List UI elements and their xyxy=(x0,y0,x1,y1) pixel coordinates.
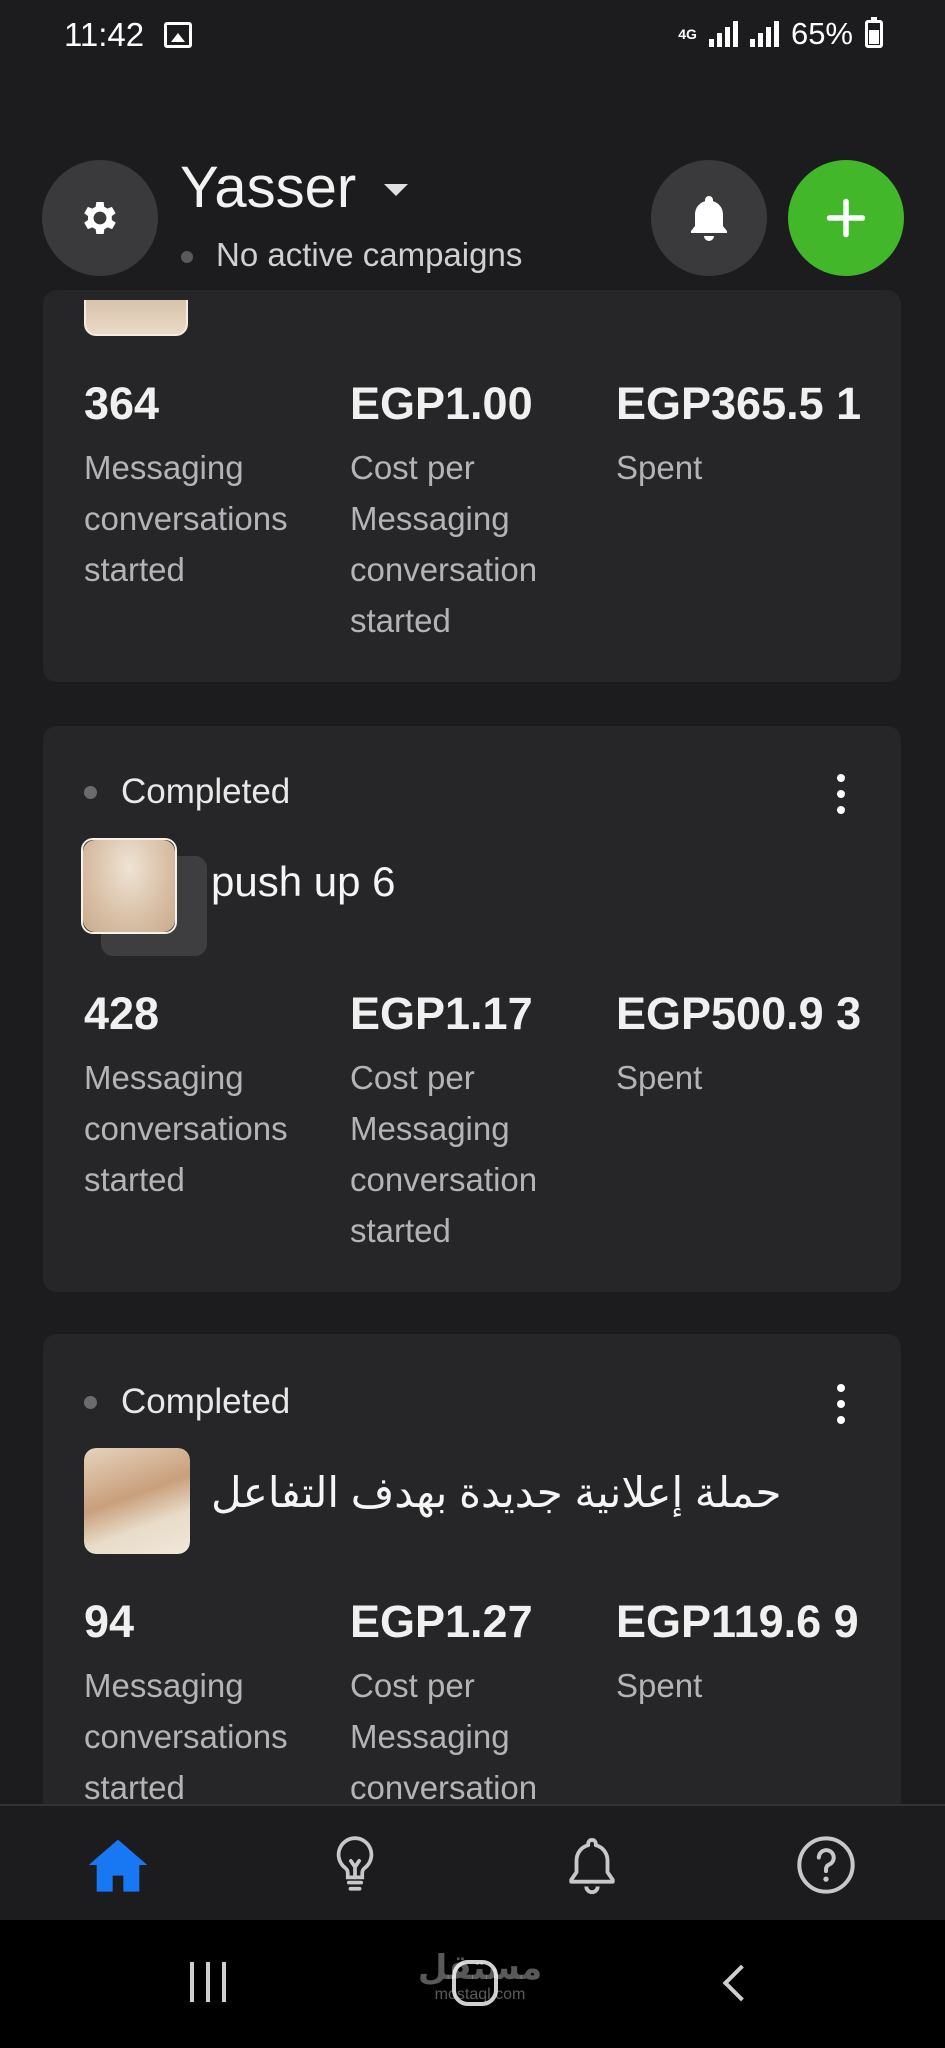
metric-label: Messaging conversations started xyxy=(84,1667,288,1806)
nav-home[interactable] xyxy=(83,1830,153,1900)
plus-icon xyxy=(826,198,866,238)
battery-icon xyxy=(865,17,883,48)
nav-insights[interactable] xyxy=(320,1830,390,1900)
more-dot xyxy=(837,1384,845,1392)
signal-icon-2 xyxy=(749,21,779,47)
recents-bar xyxy=(190,1962,194,2002)
campaign-thumbnail xyxy=(84,1448,190,1554)
metric-value: EGP365.5 1 xyxy=(616,378,862,429)
signal-icon xyxy=(708,21,738,47)
more-dot xyxy=(837,806,845,814)
metric-label: Cost per Messaging conversation started xyxy=(350,1059,538,1249)
chevron-down-icon[interactable] xyxy=(384,184,408,196)
metric-cost-per-result: EGP1.00 Cost per Messaging conversation … xyxy=(350,366,600,646)
metric-label: Spent xyxy=(616,1059,703,1096)
thumbnail-image xyxy=(83,840,175,932)
metric-value: 428 xyxy=(84,988,160,1039)
metric-label: Cost per Messaging conversation started xyxy=(350,449,538,639)
system-back-button[interactable] xyxy=(722,1964,760,2002)
bell-icon xyxy=(691,196,727,241)
metric-spent: EGP119.6 9 Spent xyxy=(616,1584,866,1711)
campaign-name[interactable]: push up 6 xyxy=(211,858,396,906)
campaign-thumbnail xyxy=(84,300,188,336)
image-notification-icon xyxy=(164,22,192,48)
campaign-card[interactable]: Completed push up 6 428 Messaging conver… xyxy=(43,726,901,1292)
create-campaign-button[interactable] xyxy=(788,160,904,276)
metric-cost-per-result: EGP1.17 Cost per Messaging conversation … xyxy=(350,976,600,1256)
metric-spent: EGP500.9 3 Spent xyxy=(616,976,866,1103)
watermark-latin: mostaql.com xyxy=(434,1986,526,2003)
settings-button[interactable] xyxy=(42,160,158,276)
more-options-button[interactable] xyxy=(831,1384,851,1424)
campaign-status: Completed xyxy=(121,772,291,811)
metric-value: EGP1.00 xyxy=(350,378,533,429)
more-options-button[interactable] xyxy=(831,774,851,814)
metric-label: Spent xyxy=(616,1667,703,1704)
metric-conversations: 94 Messaging conversations started xyxy=(84,1584,334,1813)
metric-conversations: 364 Messaging conversations started xyxy=(84,366,334,595)
status-bar: 11:42 4G 65% xyxy=(0,0,945,72)
recents-bar xyxy=(206,1962,210,2002)
status-time: 11:42 xyxy=(64,16,145,53)
metric-spent: EGP365.5 1 Spent xyxy=(616,366,866,493)
watermark: مستقل mostaql.com xyxy=(410,1950,550,2004)
recents-bar xyxy=(222,1962,226,2002)
account-status: No active campaigns xyxy=(216,236,523,273)
metric-value: EGP119.6 9 xyxy=(616,1596,859,1647)
account-header: Yasser No active campaigns xyxy=(0,150,945,290)
lightbulb-icon xyxy=(336,1836,374,1891)
notifications-button[interactable] xyxy=(651,160,767,276)
recent-apps-button[interactable] xyxy=(190,1962,226,2002)
metric-value: EGP1.17 xyxy=(350,988,533,1039)
campaign-name[interactable]: حملة إعلانية جديدة بهدف التفاعل xyxy=(211,1468,831,1517)
campaign-card[interactable]: 364 Messaging conversations started EGP1… xyxy=(43,290,901,682)
network-type: 4G xyxy=(678,26,697,42)
system-navigation-bar: مستقل mostaql.com xyxy=(0,1920,945,2048)
help-icon xyxy=(797,1836,855,1894)
metric-value: EGP1.27 xyxy=(350,1596,533,1647)
nav-help[interactable] xyxy=(791,1830,861,1900)
bottom-navigation xyxy=(0,1804,945,1920)
more-dot xyxy=(837,790,845,798)
battery-percent: 65% xyxy=(790,16,853,51)
nav-notifications[interactable] xyxy=(557,1830,627,1900)
status-dot-icon xyxy=(181,251,193,263)
bell-icon xyxy=(569,1838,615,1895)
metric-conversations: 428 Messaging conversations started xyxy=(84,976,334,1205)
metric-label: Messaging conversations started xyxy=(84,449,288,588)
more-dot xyxy=(837,1416,845,1424)
app-screen: 11:42 4G 65% Yasser No active campaigns xyxy=(0,0,945,2048)
home-icon xyxy=(88,1839,148,1892)
account-name[interactable]: Yasser xyxy=(180,154,356,221)
metric-label: Spent xyxy=(616,449,703,486)
metric-value: 364 xyxy=(84,378,160,429)
status-indicators: 4G 65% xyxy=(678,16,883,52)
more-dot xyxy=(837,774,845,782)
metric-value: 94 xyxy=(84,1596,135,1647)
watermark-arabic: مستقل xyxy=(417,1949,543,1987)
gear-icon xyxy=(84,202,116,234)
battery-fill xyxy=(869,29,879,44)
more-dot xyxy=(837,1400,845,1408)
status-dot-icon xyxy=(84,786,97,799)
campaign-status: Completed xyxy=(121,1382,291,1421)
campaign-thumbnail xyxy=(81,838,177,934)
metric-label: Messaging conversations started xyxy=(84,1059,288,1198)
metric-value: EGP500.9 3 xyxy=(616,988,862,1039)
status-dot-icon xyxy=(84,1396,97,1409)
thumbnail-image xyxy=(84,1448,190,1554)
